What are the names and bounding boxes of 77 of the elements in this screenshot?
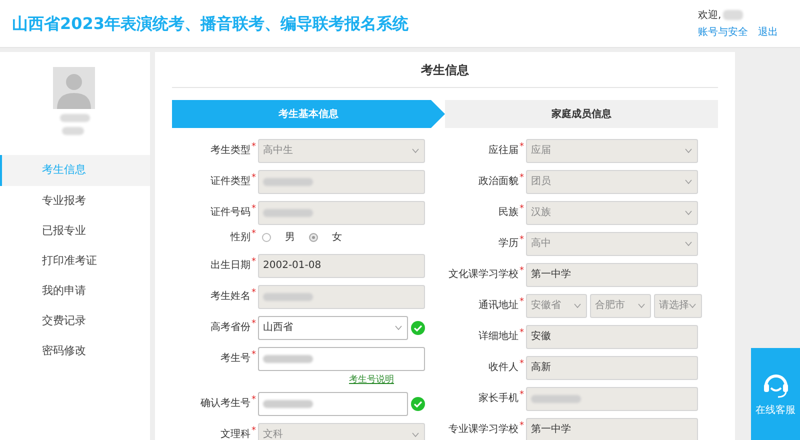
help-link[interactable]: 考生号说明 [349,374,394,388]
field-label: 考生号 [220,352,250,366]
field-label: 专业课学习学校 [448,422,518,437]
sidebar-item[interactable]: 专业报考 [0,186,150,216]
required-mark: * [520,141,524,154]
chevron-down-icon [412,148,419,153]
required-mark: * [520,203,524,216]
avatar-icon [53,67,95,109]
chevron-down-icon [574,303,581,308]
required-mark: * [252,203,256,216]
page-title: 考生信息 [421,62,469,78]
chevron-down-icon [685,241,692,246]
chevron-down-icon [395,325,402,330]
chevron-down-icon [685,148,692,153]
online-service-button[interactable]: 在线客服 [751,348,800,440]
field-label: 家长手机 [478,392,518,406]
input-field[interactable] [258,392,408,416]
radio-button[interactable] [262,233,271,242]
required-mark: * [520,234,524,247]
chevron-down-icon [689,303,696,308]
required-mark: * [520,265,524,278]
field-label: 确认考生号 [200,396,250,411]
required-mark: * [252,256,256,269]
chevron-down-icon [685,210,692,215]
field-label: 学历 [498,237,518,251]
field-label: 考生类型 [210,144,250,158]
field-label: 性别 [230,230,250,245]
field-label: 证件号码 [210,206,250,220]
input-field[interactable] [258,346,425,370]
chevron-down-icon [685,179,692,184]
required-mark: * [252,287,256,300]
field-label: 高考省份 [210,320,250,335]
field-label: 文理科 [220,428,250,440]
required-mark: * [252,425,256,438]
required-mark: * [520,172,524,185]
required-mark: * [252,394,256,407]
radio-label: 女 [332,231,342,245]
blurred-username [723,10,744,20]
required-mark: * [252,318,256,331]
required-mark: * [520,420,524,433]
sidebar-item[interactable]: 考生信息 [0,155,150,186]
step-tab[interactable]: 家庭成员信息 [445,100,718,128]
blurred-name [60,114,90,122]
select-field[interactable]: 山西省 [258,316,408,340]
required-mark: * [520,327,524,340]
field-label: 详细地址 [478,330,518,344]
field-label: 证件类型 [210,174,250,189]
header-link[interactable]: 退出 [758,24,778,40]
required-mark: * [252,349,256,362]
required-mark: * [252,141,256,154]
required-mark: * [252,228,256,241]
blurred-id [62,127,84,135]
field-label: 政治面貌 [478,175,518,189]
sidebar-item[interactable]: 打印准考证 [0,246,150,276]
required-mark: * [520,389,524,402]
radio-label: 男 [285,231,295,245]
radio-button[interactable] [309,233,318,242]
sidebar-item[interactable]: 交费记录 [0,306,150,336]
sidebar-item[interactable]: 我的申请 [0,276,150,306]
field-label: 民族 [498,206,518,220]
chevron-down-icon [412,432,419,437]
header-link[interactable]: 账号与安全 [698,24,748,40]
step-tab[interactable]: 考生基本信息 [172,100,445,128]
welcome-text: 欢迎, [698,8,722,22]
field-label: 通讯地址 [478,298,518,313]
field-label: 考生姓名 [210,290,250,304]
required-mark: * [520,358,524,371]
chevron-down-icon [638,303,645,308]
field-label: 应往届 [488,144,518,158]
field-label: 出生日期 [210,258,250,273]
field-label: 收件人 [488,361,518,375]
required-mark: * [520,296,524,309]
sidebar-item[interactable]: 已报专业 [0,216,150,246]
required-mark: * [252,172,256,185]
site-title: 山西省2023年表演统考、播音联考、编导联考报名系统 [12,12,409,34]
sidebar-item[interactable]: 密码修改 [0,336,150,366]
field-label: 文化课学习学校 [448,268,518,282]
